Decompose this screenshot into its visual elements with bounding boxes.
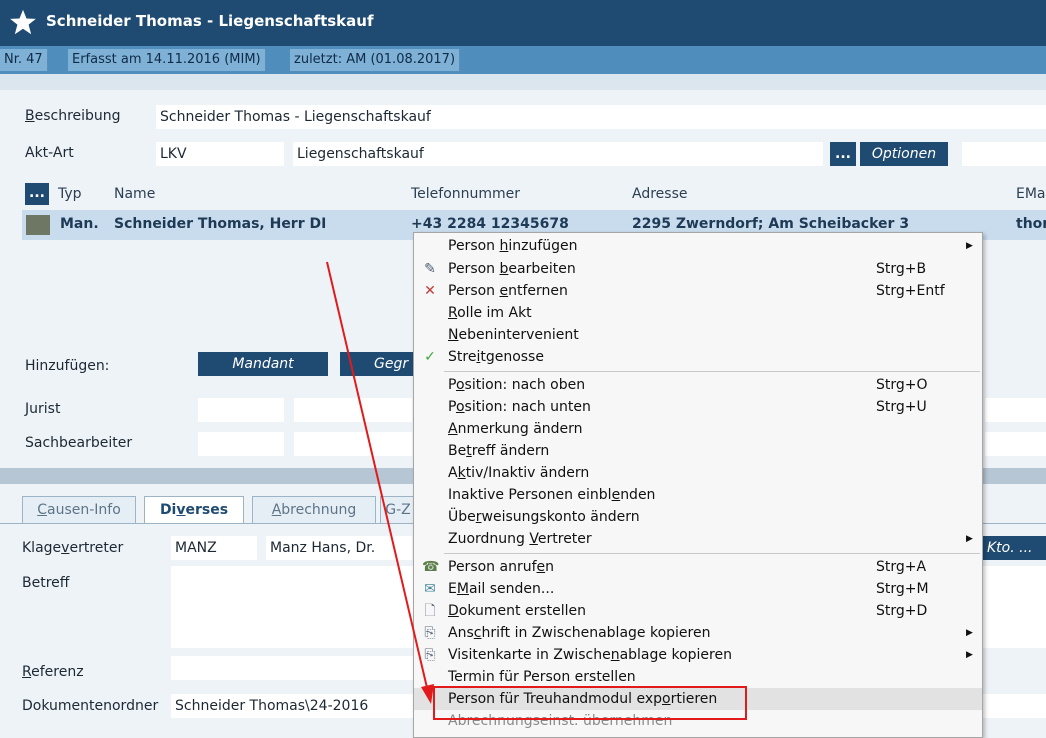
annotation-arrow-line (326, 261, 429, 693)
annotation-highlight-box (433, 686, 747, 720)
annotation-arrow-head (421, 684, 434, 704)
annotation-overlay (326, 261, 747, 720)
